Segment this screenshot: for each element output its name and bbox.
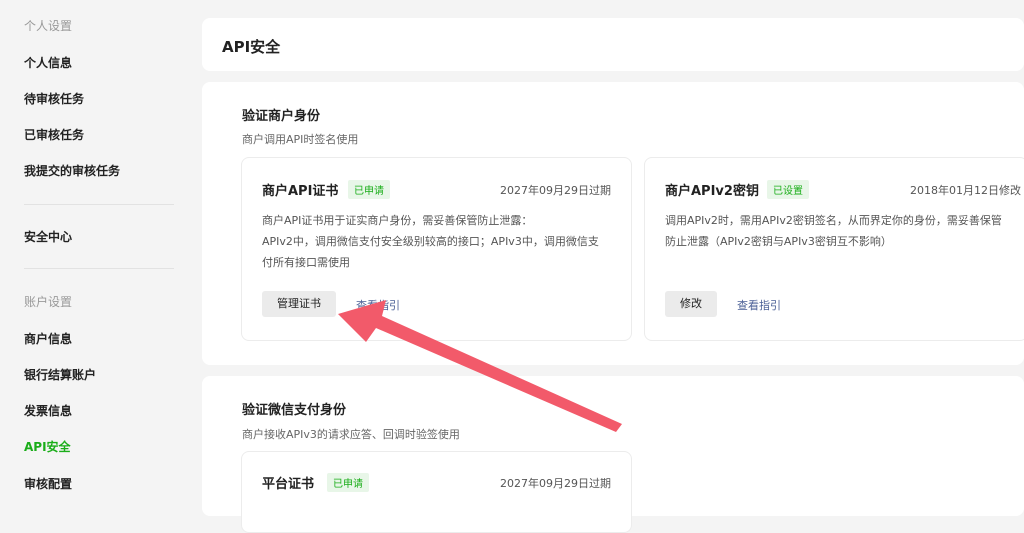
section-title: 验证商户身份	[242, 109, 321, 124]
view-guide-link[interactable]: 查看指引	[737, 297, 781, 313]
description-line: 商户API证书用于证实商户身份，需妥善保管防止泄露：	[262, 214, 533, 227]
card-description: 调用APIv2时，需用APIv2密钥签名，从而界定你的身份，需妥善保管 防止泄露…	[665, 210, 1020, 252]
manage-certificate-button[interactable]: 管理证书	[262, 291, 336, 317]
header-panel: API安全	[202, 18, 1024, 71]
section-subtitle: 商户接收APIv3的请求应答、回调时验签使用	[242, 428, 460, 441]
wechat-identity-section: 验证微信支付身份 商户接收APIv3的请求应答、回调时验签使用 平台证书 已申请…	[202, 376, 1024, 533]
section-subtitle: 商户调用API时签名使用	[242, 133, 359, 146]
card-title: 商户API证书	[262, 184, 339, 199]
sidebar: 个人设置 个人信息 待审核任务 已审核任务 我提交的审核任务 安全中心 账户设置…	[0, 0, 188, 496]
sidebar-item-reviewed[interactable]: 已审核任务	[24, 126, 84, 143]
expiry-date: 2027年09月29日过期	[500, 477, 611, 490]
sidebar-item-review-config[interactable]: 审核配置	[24, 475, 72, 492]
page-title: API安全	[222, 38, 281, 56]
status-badge: 已申请	[327, 473, 369, 492]
api-certificate-card: 商户API证书 已申请 2027年09月29日过期 商户API证书用于证实商户身…	[241, 157, 632, 341]
sidebar-section-personal: 个人设置	[24, 19, 73, 33]
card-description: 商户API证书用于证实商户身份，需妥善保管防止泄露： APIv2中，调用微信支付…	[262, 210, 622, 273]
sidebar-item-security-center[interactable]: 安全中心	[24, 228, 72, 245]
modify-button[interactable]: 修改	[665, 291, 717, 317]
merchant-identity-section: 验证商户身份 商户调用API时签名使用 商户API证书 已申请 2027年09月…	[202, 82, 1024, 365]
card-title: 商户APIv2密钥	[665, 184, 759, 199]
sidebar-divider	[24, 268, 174, 269]
sidebar-item-pending-review[interactable]: 待审核任务	[24, 90, 84, 107]
sidebar-item-my-submitted[interactable]: 我提交的审核任务	[24, 162, 120, 179]
sidebar-item-api-security[interactable]: API安全	[24, 438, 71, 455]
sidebar-section-account: 账户设置	[24, 295, 73, 309]
description-line: APIv2中，调用微信支付安全级别较高的接口；APIv3中，调用微信支	[262, 235, 599, 248]
description-line: 调用APIv2时，需用APIv2密钥签名，从而界定你的身份，需妥善保管	[665, 214, 1002, 227]
section-title: 验证微信支付身份	[242, 403, 347, 418]
sidebar-divider	[24, 204, 174, 205]
platform-certificate-card: 平台证书 已申请 2027年09月29日过期	[241, 451, 632, 533]
apiv2-key-card: 商户APIv2密钥 已设置 2018年01月12日修改 调用APIv2时，需用A…	[644, 157, 1024, 341]
sidebar-item-personal-info[interactable]: 个人信息	[24, 54, 72, 71]
card-title: 平台证书	[262, 477, 315, 492]
sidebar-item-invoice-info[interactable]: 发票信息	[24, 402, 72, 419]
status-badge: 已设置	[767, 180, 809, 199]
description-line: 防止泄露（APIv2密钥与APIv3密钥互不影响）	[665, 235, 892, 248]
description-line: 付所有接口需使用	[262, 256, 350, 269]
view-guide-link[interactable]: 查看指引	[356, 297, 400, 313]
modified-date: 2018年01月12日修改	[910, 184, 1021, 197]
sidebar-item-merchant-info[interactable]: 商户信息	[24, 330, 72, 347]
expiry-date: 2027年09月29日过期	[500, 184, 611, 197]
sidebar-item-bank-account[interactable]: 银行结算账户	[24, 366, 96, 383]
status-badge: 已申请	[348, 180, 390, 199]
